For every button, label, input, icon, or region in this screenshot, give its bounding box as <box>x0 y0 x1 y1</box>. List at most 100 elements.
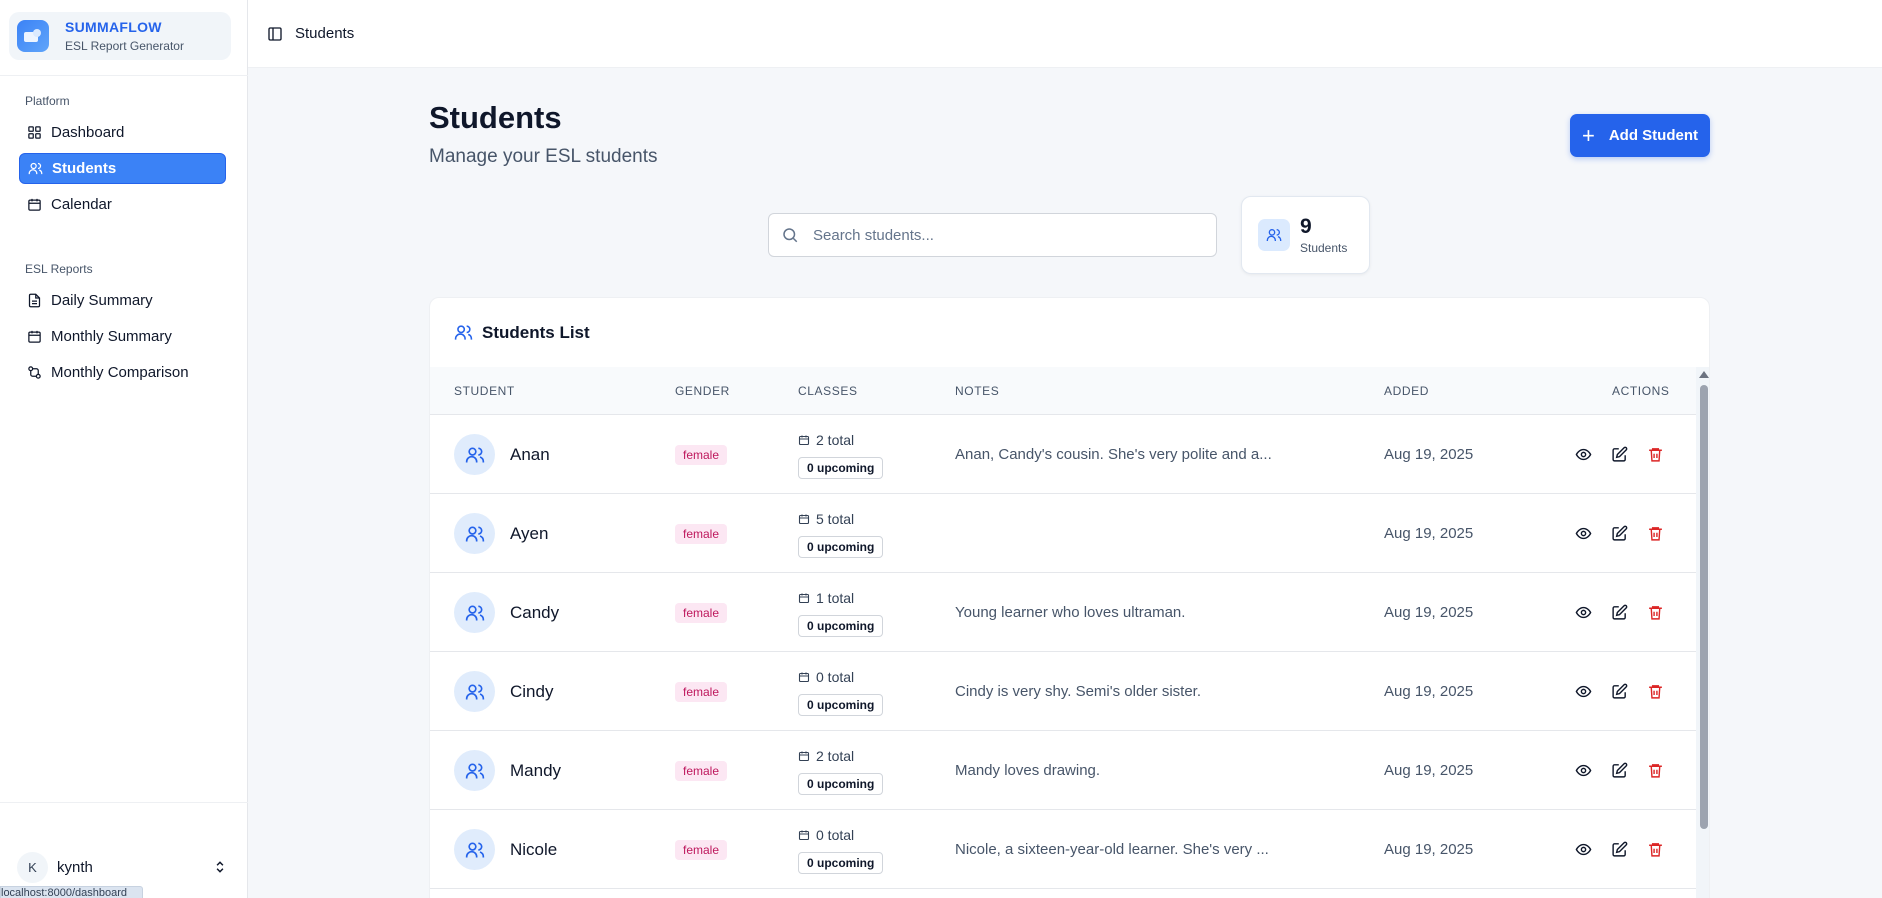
date-added: Aug 19, 2025 <box>1384 683 1474 700</box>
edit-icon[interactable] <box>1609 444 1629 464</box>
brand-block[interactable]: SUMMAFLOW ESL Report Generator <box>9 12 231 60</box>
brand-title: SUMMAFLOW <box>65 18 162 35</box>
upcoming-badge: 0 upcoming <box>798 852 884 874</box>
column-header-notes[interactable]: NOTES <box>955 384 999 398</box>
sidebar-item-label: Monthly Comparison <box>51 364 189 381</box>
view-eye-icon[interactable] <box>1573 681 1593 701</box>
student-name: Candy <box>510 603 560 622</box>
search-icon <box>783 228 798 243</box>
sidebar-toggle-icon[interactable] <box>267 26 283 42</box>
sidebar-item-dashboard[interactable]: Dashboard <box>19 117 226 148</box>
page-subtitle: Manage your ESL students <box>429 146 658 167</box>
user-menu[interactable]: K kynth <box>17 851 227 883</box>
student-notes: Cindy is very shy. Semi's older sister. <box>955 683 1201 700</box>
column-header-classes[interactable]: CLASSES <box>798 384 858 398</box>
chevrons-up-down-icon <box>216 861 224 873</box>
sidebar-item-monthly-comparison[interactable]: Monthly Comparison <box>19 357 226 388</box>
sidebar-item-label: Daily Summary <box>51 292 153 309</box>
sidebar-item-label: Monthly Summary <box>51 328 172 345</box>
divider <box>0 75 248 76</box>
view-eye-icon[interactable] <box>1573 523 1593 543</box>
gender-badge: female <box>675 682 728 702</box>
gender-badge: female <box>675 840 728 860</box>
student-count-label: Students <box>1300 240 1348 255</box>
classes-total-label: 1 total <box>816 590 855 606</box>
plus-icon: + <box>1581 122 1595 148</box>
edit-icon[interactable] <box>1609 839 1629 859</box>
table-row[interactable]: Ayen female 5 total 0 upcoming Aug 19, 2025 <box>430 494 1696 573</box>
student-avatar-icon <box>454 513 495 554</box>
table-row[interactable]: Nicole female 0 total 0 upcoming Nicole, a s… <box>430 810 1696 889</box>
table-row[interactable]: Candy female 1 total 0 upcoming Young learne… <box>430 573 1696 652</box>
classes-total: 0 total <box>798 827 854 843</box>
student-avatar-icon <box>454 750 495 791</box>
sidebar-item-daily-summary[interactable]: Daily Summary <box>19 285 226 316</box>
user-name: kynth <box>57 858 93 876</box>
calendar-icon <box>798 829 816 841</box>
calendar-icon <box>798 750 816 762</box>
avatar: K <box>17 851 48 883</box>
student-avatar-icon <box>454 829 495 870</box>
sidebar-item-label: Dashboard <box>51 124 125 141</box>
delete-trash-icon[interactable] <box>1645 839 1665 859</box>
upcoming-badge: 0 upcoming <box>798 536 884 558</box>
scroll-thumb[interactable] <box>1700 385 1708 829</box>
upcoming-badge: 0 upcoming <box>798 694 884 716</box>
search-input[interactable] <box>813 226 1193 244</box>
calendar-icon <box>798 513 816 525</box>
table-scrollbar[interactable] <box>1696 367 1709 898</box>
calendar-icon <box>28 330 41 343</box>
table-row[interactable]: Mandy female 2 total 0 upcoming Mandy loves … <box>430 731 1696 810</box>
section-label-platform: Platform <box>25 94 70 108</box>
brand-logo-icon <box>17 20 49 52</box>
date-added: Aug 19, 2025 <box>1384 762 1474 779</box>
classes-total-label: 0 total <box>816 669 855 685</box>
delete-trash-icon[interactable] <box>1645 681 1665 701</box>
edit-icon[interactable] <box>1609 523 1629 543</box>
table-header: STUDENT GENDER CLASSES NOTES ADDED ACTIO… <box>430 367 1696 415</box>
view-eye-icon[interactable] <box>1573 760 1593 780</box>
date-added: Aug 19, 2025 <box>1384 525 1474 542</box>
view-eye-icon[interactable] <box>1573 602 1593 622</box>
classes-total: 2 total <box>798 748 854 764</box>
users-icon <box>28 162 43 175</box>
calendar-icon <box>798 671 816 683</box>
edit-icon[interactable] <box>1609 602 1629 622</box>
breadcrumb: Students <box>295 25 355 42</box>
column-header-gender[interactable]: GENDER <box>675 384 730 398</box>
gender-badge: female <box>675 603 728 623</box>
add-student-label: Add Student <box>1608 127 1698 144</box>
scroll-up-arrow-icon[interactable] <box>1699 371 1709 378</box>
delete-trash-icon[interactable] <box>1645 444 1665 464</box>
view-eye-icon[interactable] <box>1573 444 1593 464</box>
student-notes: Young learner who loves ultraman. <box>955 604 1186 621</box>
divider <box>0 802 248 803</box>
classes-total-label: 0 total <box>816 827 855 843</box>
add-student-button[interactable]: + Add Student <box>1570 114 1710 157</box>
column-header-student[interactable]: STUDENT <box>454 384 515 398</box>
topbar: Students <box>248 0 1882 68</box>
delete-trash-icon[interactable] <box>1645 760 1665 780</box>
table-row[interactable]: Cindy female 0 total 0 upcoming Cindy is ver… <box>430 652 1696 731</box>
calendar-icon <box>798 592 816 604</box>
edit-icon[interactable] <box>1609 760 1629 780</box>
delete-trash-icon[interactable] <box>1645 523 1665 543</box>
sidebar-item-monthly-summary[interactable]: Monthly Summary <box>19 321 226 352</box>
student-name: Anan <box>510 445 550 464</box>
view-eye-icon[interactable] <box>1573 839 1593 859</box>
column-header-added[interactable]: ADDED <box>1384 384 1429 398</box>
table-row[interactable]: Anan female 2 total 0 upcoming Anan, Candy's… <box>430 415 1696 494</box>
file-text-icon <box>28 293 41 308</box>
sidebar-item-calendar[interactable]: Calendar <box>19 189 226 220</box>
date-added: Aug 19, 2025 <box>1384 841 1474 858</box>
delete-trash-icon[interactable] <box>1645 602 1665 622</box>
sidebar-item-students[interactable]: Students <box>19 153 226 184</box>
users-icon <box>1258 219 1290 251</box>
student-name: Nicole <box>510 840 558 859</box>
card-title: Students List <box>482 322 590 342</box>
calendar-icon <box>28 198 41 211</box>
edit-icon[interactable] <box>1609 681 1629 701</box>
search-box[interactable] <box>768 213 1217 257</box>
status-url-tooltip: localhost:8000/dashboard <box>0 886 143 898</box>
gender-badge: female <box>675 524 728 544</box>
